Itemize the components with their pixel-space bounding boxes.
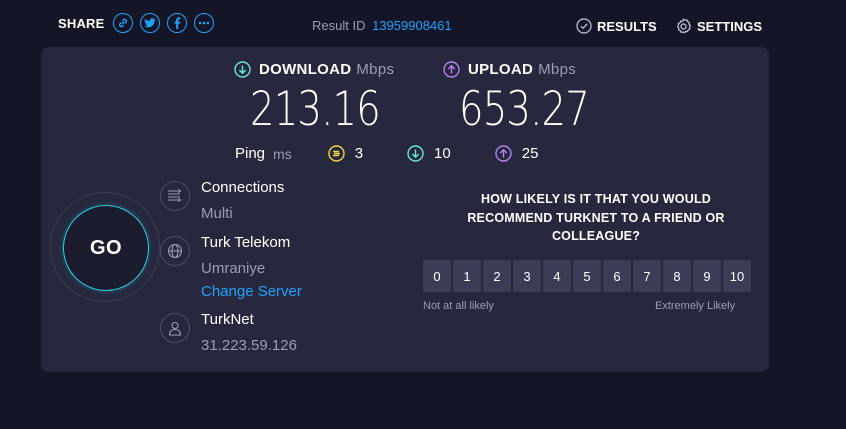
check-circle-icon — [576, 18, 592, 34]
rating-option-6[interactable]: 6 — [603, 260, 631, 292]
ping-idle-value: 3 — [354, 145, 364, 162]
rating-option-2[interactable]: 2 — [483, 260, 511, 292]
isp-name: TurkNet — [201, 311, 254, 328]
twitter-icon[interactable] — [139, 13, 160, 33]
change-server-link[interactable]: Change Server — [201, 283, 302, 300]
ping-label: Ping — [235, 145, 266, 162]
go-ring: GO — [50, 192, 160, 302]
share-label: SHARE — [58, 15, 105, 31]
isp-info: TurkNet 31.223.59.126 — [160, 311, 297, 354]
server-info: Turk Telekom Umraniye Change Server — [160, 234, 302, 300]
isp-ip: 31.223.59.126 — [201, 337, 297, 354]
survey-question: HOW LIKELY IS IT THAT YOU WOULD RECOMMEN… — [467, 192, 725, 243]
idle-latency-icon — [328, 145, 345, 162]
more-icon[interactable] — [193, 13, 214, 33]
connections-icon — [160, 181, 190, 211]
upload-metric: UPLOAD Mbps 653.27 — [443, 61, 617, 133]
ping-row: Ping ms 3 10 25 — [235, 145, 582, 162]
rating-option-0[interactable]: 0 — [423, 260, 451, 292]
user-icon — [160, 313, 190, 343]
facebook-icon[interactable] — [166, 13, 187, 33]
upload-latency-icon — [495, 145, 512, 162]
ping-upload-value: 25 — [521, 145, 539, 162]
results-nav[interactable]: RESULTS — [576, 18, 657, 34]
rating-option-8[interactable]: 8 — [663, 260, 691, 292]
top-bar: SHARE Result ID 13959908461 RESULTS SETT… — [0, 0, 846, 50]
download-arrow-icon — [234, 61, 251, 78]
rating-option-5[interactable]: 5 — [573, 260, 601, 292]
link-icon[interactable] — [112, 13, 133, 33]
rating-option-10[interactable]: 10 — [723, 260, 751, 292]
scale-low-label: Not at all likely — [423, 300, 494, 312]
results-card: DOWNLOAD Mbps 213.16 UPLOAD Mbps 653.27 … — [41, 47, 769, 372]
result-id-link[interactable]: 13959908461 — [372, 18, 452, 33]
ping-idle: 3 — [328, 145, 363, 162]
connections-info: Connections Multi — [160, 179, 284, 222]
download-value: 213.16 — [250, 82, 381, 137]
upload-label: UPLOAD — [468, 61, 534, 78]
ping-unit: ms — [273, 145, 292, 162]
gear-icon — [675, 18, 692, 35]
rating-scale: 0 1 2 3 4 5 6 7 8 9 10 — [423, 260, 753, 292]
result-id: Result ID 13959908461 — [312, 18, 452, 33]
download-metric: DOWNLOAD Mbps 213.16 — [234, 61, 408, 133]
rating-option-3[interactable]: 3 — [513, 260, 541, 292]
rating-option-9[interactable]: 9 — [693, 260, 721, 292]
rating-option-4[interactable]: 4 — [543, 260, 571, 292]
settings-label: SETTINGS — [697, 19, 763, 34]
connections-value: Multi — [201, 205, 233, 222]
download-unit: Mbps — [356, 61, 395, 78]
go-button[interactable]: GO — [63, 205, 149, 291]
upload-arrow-icon — [443, 61, 460, 78]
server-location: Umraniye — [201, 260, 266, 277]
upload-value: 653.27 — [459, 82, 590, 137]
globe-icon — [160, 236, 190, 266]
scale-high-label: Extremely Likely — [655, 300, 736, 312]
connections-title: Connections — [201, 179, 285, 196]
upload-unit: Mbps — [538, 61, 577, 78]
share-bar: SHARE — [58, 13, 221, 33]
rating-option-7[interactable]: 7 — [633, 260, 661, 292]
download-latency-icon — [407, 145, 424, 162]
ping-download: 10 — [407, 145, 451, 162]
settings-nav[interactable]: SETTINGS — [675, 18, 762, 35]
results-label: RESULTS — [597, 18, 657, 34]
result-id-label: Result ID — [312, 18, 366, 33]
download-label: DOWNLOAD — [259, 61, 352, 78]
rating-option-1[interactable]: 1 — [453, 260, 481, 292]
ping-download-value: 10 — [434, 145, 451, 162]
server-name: Turk Telekom — [201, 234, 291, 251]
ping-upload: 25 — [495, 145, 539, 162]
